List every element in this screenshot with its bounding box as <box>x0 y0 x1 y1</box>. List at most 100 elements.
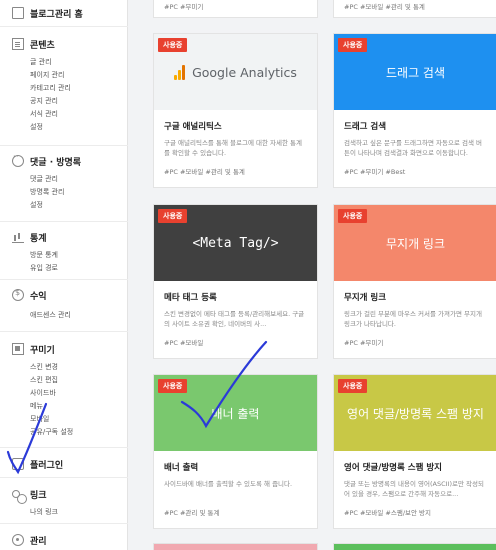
document-icon <box>12 38 24 50</box>
card-description: 검색하고 싶은 문구를 드래그하면 자동으로 검색 버튼이 나타나며 검색결과 … <box>344 139 482 157</box>
in-use-badge: 사용중 <box>338 38 368 52</box>
card-description: 스킨 변경없이 메타 태그를 등록/관리해보세요. 구글의 사이트 소유권 확인… <box>164 310 305 328</box>
thumbnail-text: 영어 댓글/방명록 스팸 방지 <box>347 406 484 421</box>
sidebar-item-mobile[interactable]: 모바일 <box>0 413 128 426</box>
sidebar-header-contents[interactable]: 콘텐츠 <box>0 32 128 56</box>
card-body: 메타 태그 등록 스킨 변경없이 메타 태그를 등록/관리해보세요. 구글의 사… <box>154 281 317 360</box>
thumbnail-text: 드래그 검색 <box>385 65 445 80</box>
in-use-badge: 사용중 <box>338 379 368 393</box>
sidebar: 블로그관리 홈 콘텐츠 글 관리 페이지 관리 카테고리 관리 공지 관리 서식… <box>0 0 128 550</box>
sidebar-header-comments[interactable]: 댓글 · 방명록 <box>0 149 128 173</box>
plugin-card-spam-filter[interactable]: 사용중 영어 댓글/방명록 스팸 방지 영어 댓글/방명록 스팸 방지 댓글 또… <box>333 374 496 529</box>
in-use-badge: 사용중 <box>158 209 188 223</box>
sidebar-header-plugin[interactable]: 플러그인 <box>0 452 128 476</box>
plugin-grid: #PC #무미기 #PC #모바일 #관리 및 통계 사용중 Google An… <box>128 0 496 550</box>
sidebar-item-referrers[interactable]: 유입 경로 <box>0 262 128 275</box>
thumbnail-text: 무지개 링크 <box>385 236 445 251</box>
plugin-card-drag-search[interactable]: 사용중 드래그 검색 드래그 검색 검색하고 싶은 문구를 드래그하면 자동으로… <box>333 33 496 188</box>
card-description: 구글 애널리틱스를 통해 블로그에 대한 자세한 통계를 확인할 수 있습니다. <box>164 139 302 157</box>
card-body: 배너 출력 사이드바에 배너를 출력할 수 있도록 해 줍니다. #PC #관리… <box>154 451 317 530</box>
sidebar-header-manage[interactable]: 관리 <box>0 528 128 550</box>
sidebar-header-stats[interactable]: 통계 <box>0 225 128 249</box>
card-title: 드래그 검색 <box>344 122 387 132</box>
plugin-card-rainbow-link[interactable]: 사용중 무지개 링크 무지개 링크 링크가 걸린 부분에 마우스 커서를 가져가… <box>333 204 496 359</box>
sidebar-home-label: 블로그관리 홈 <box>30 9 83 20</box>
sidebar-item-menu[interactable]: 메뉴 <box>0 400 128 413</box>
card-tags: #PC #모바일 #스팸/보안 방지 <box>344 509 432 517</box>
sidebar-comments-title: 댓글 · 방명록 <box>30 157 82 168</box>
thumbnail-text: <Meta Tag/> <box>192 235 279 251</box>
sidebar-item-adsense[interactable]: 애드센스 관리 <box>0 309 128 322</box>
analytics-bars-icon <box>174 64 186 80</box>
link-icon <box>12 490 27 504</box>
sidebar-contents-title: 콘텐츠 <box>30 40 55 51</box>
coin-icon <box>12 288 24 301</box>
sidebar-section-home: 블로그관리 홈 <box>0 0 128 27</box>
sidebar-item-sidebar[interactable]: 사이드바 <box>0 387 128 400</box>
sidebar-item-templates[interactable]: 서식 관리 <box>0 108 128 121</box>
plugin-card-partial-bottom-right[interactable] <box>333 543 496 550</box>
plugin-icon <box>12 458 24 470</box>
sidebar-section-manage: 관리 <box>0 526 128 550</box>
plugin-card-partial-left[interactable]: #PC #무미기 <box>153 0 318 18</box>
card-thumbnail: 사용중 드래그 검색 <box>334 34 496 110</box>
card-thumbnail: 사용중 Google Analytics <box>154 34 317 110</box>
sidebar-item-comments[interactable]: 댓글 관리 <box>0 173 128 186</box>
sidebar-section-link: 링크 나의 링크 <box>0 480 128 524</box>
sidebar-item-skin-edit[interactable]: 스킨 편집 <box>0 374 128 387</box>
card-description: 사이드바에 배너를 출력할 수 있도록 해 줍니다. <box>164 480 293 488</box>
home-icon <box>12 7 24 19</box>
plugin-card-banner[interactable]: 사용중 배너 출력 배너 출력 사이드바에 배너를 출력할 수 있도록 해 줍니… <box>153 374 318 529</box>
plugin-card-partial-bottom-left[interactable] <box>153 543 318 550</box>
in-use-badge: 사용중 <box>158 379 188 393</box>
sidebar-header-decorate[interactable]: 꾸미기 <box>0 337 128 361</box>
sidebar-item-notices[interactable]: 공지 관리 <box>0 95 128 108</box>
in-use-badge: 사용중 <box>158 38 188 52</box>
plugin-card-google-analytics[interactable]: 사용중 Google Analytics 구글 애널리틱스 구글 애널리틱스를 … <box>153 33 318 188</box>
sidebar-header-revenue[interactable]: 수익 <box>0 283 128 307</box>
sidebar-item-subscribe-settings[interactable]: 공유/구독 설정 <box>0 426 128 439</box>
sidebar-manage-title: 관리 <box>30 536 47 547</box>
sidebar-item-categories[interactable]: 카테고리 관리 <box>0 82 128 95</box>
sidebar-plugin-title: 플러그인 <box>30 460 64 471</box>
sidebar-item-posts[interactable]: 글 관리 <box>0 56 128 69</box>
sidebar-decorate-title: 꾸미기 <box>30 345 55 356</box>
sidebar-item-content-settings[interactable]: 설정 <box>0 121 128 134</box>
card-body: 드래그 검색 검색하고 싶은 문구를 드래그하면 자동으로 검색 버튼이 나타나… <box>334 110 496 189</box>
card-thumbnail: 사용중 영어 댓글/방명록 스팸 방지 <box>334 375 496 451</box>
sidebar-header-link[interactable]: 링크 <box>0 482 128 506</box>
plugin-card-partial-right[interactable]: #PC #모바일 #관리 및 통계 <box>333 0 496 18</box>
speech-bubble-icon <box>12 152 24 167</box>
sidebar-item-skin-change[interactable]: 스킨 변경 <box>0 361 128 374</box>
card-title: 구글 애널리틱스 <box>164 122 222 132</box>
card-title: 메타 태그 등록 <box>164 293 217 303</box>
in-use-badge: 사용중 <box>338 209 368 223</box>
card-body: 영어 댓글/방명록 스팸 방지 댓글 또는 방명록의 내용이 영어(ASCII)… <box>334 451 496 530</box>
card-tags: #PC #모바일 #관리 및 통계 <box>164 168 245 176</box>
card-title: 배너 출력 <box>164 463 199 473</box>
sidebar-section-decorate: 꾸미기 스킨 변경 스킨 편집 사이드바 메뉴 모바일 공유/구독 설정 <box>0 334 128 448</box>
card-tags: #PC #무미기 <box>344 339 384 347</box>
bar-chart-icon <box>12 231 24 243</box>
plugin-card-meta-tag[interactable]: 사용중 <Meta Tag/> 메타 태그 등록 스킨 변경없이 메타 태그를 … <box>153 204 318 359</box>
card-tags: #PC #무미기 #Best <box>344 168 406 176</box>
card-title: 영어 댓글/방명록 스팸 방지 <box>344 463 443 473</box>
sidebar-link-title: 링크 <box>30 490 47 501</box>
card-title: 무지개 링크 <box>344 293 387 303</box>
sidebar-item-my-links[interactable]: 나의 링크 <box>0 506 128 519</box>
sidebar-item-home[interactable]: 블로그관리 홈 <box>0 0 128 26</box>
sidebar-section-plugin: 플러그인 <box>0 450 128 478</box>
sidebar-item-guestbook[interactable]: 방명록 관리 <box>0 186 128 199</box>
settings-icon <box>12 534 24 546</box>
sidebar-item-pages[interactable]: 페이지 관리 <box>0 69 128 82</box>
card-body: 무지개 링크 링크가 걸린 부분에 마우스 커서를 가져가면 무지개 링크가 나… <box>334 281 496 360</box>
sidebar-item-visit-stats[interactable]: 방문 통계 <box>0 249 128 262</box>
sidebar-stats-title: 통계 <box>30 233 47 244</box>
sidebar-section-stats: 통계 방문 통계 유입 경로 <box>0 224 128 280</box>
card-thumbnail: 사용중 <Meta Tag/> <box>154 205 317 281</box>
sidebar-section-contents: 콘텐츠 글 관리 페이지 관리 카테고리 관리 공지 관리 서식 관리 설정 <box>0 29 128 146</box>
sidebar-item-comment-settings[interactable]: 설정 <box>0 199 128 212</box>
card-body: 구글 애널리틱스 구글 애널리틱스를 통해 블로그에 대한 자세한 통계를 확인… <box>154 110 317 189</box>
card-description: 링크가 걸린 부분에 마우스 커서를 가져가면 무지개 링크가 나타납니다. <box>344 310 482 328</box>
decorate-icon <box>12 343 24 355</box>
